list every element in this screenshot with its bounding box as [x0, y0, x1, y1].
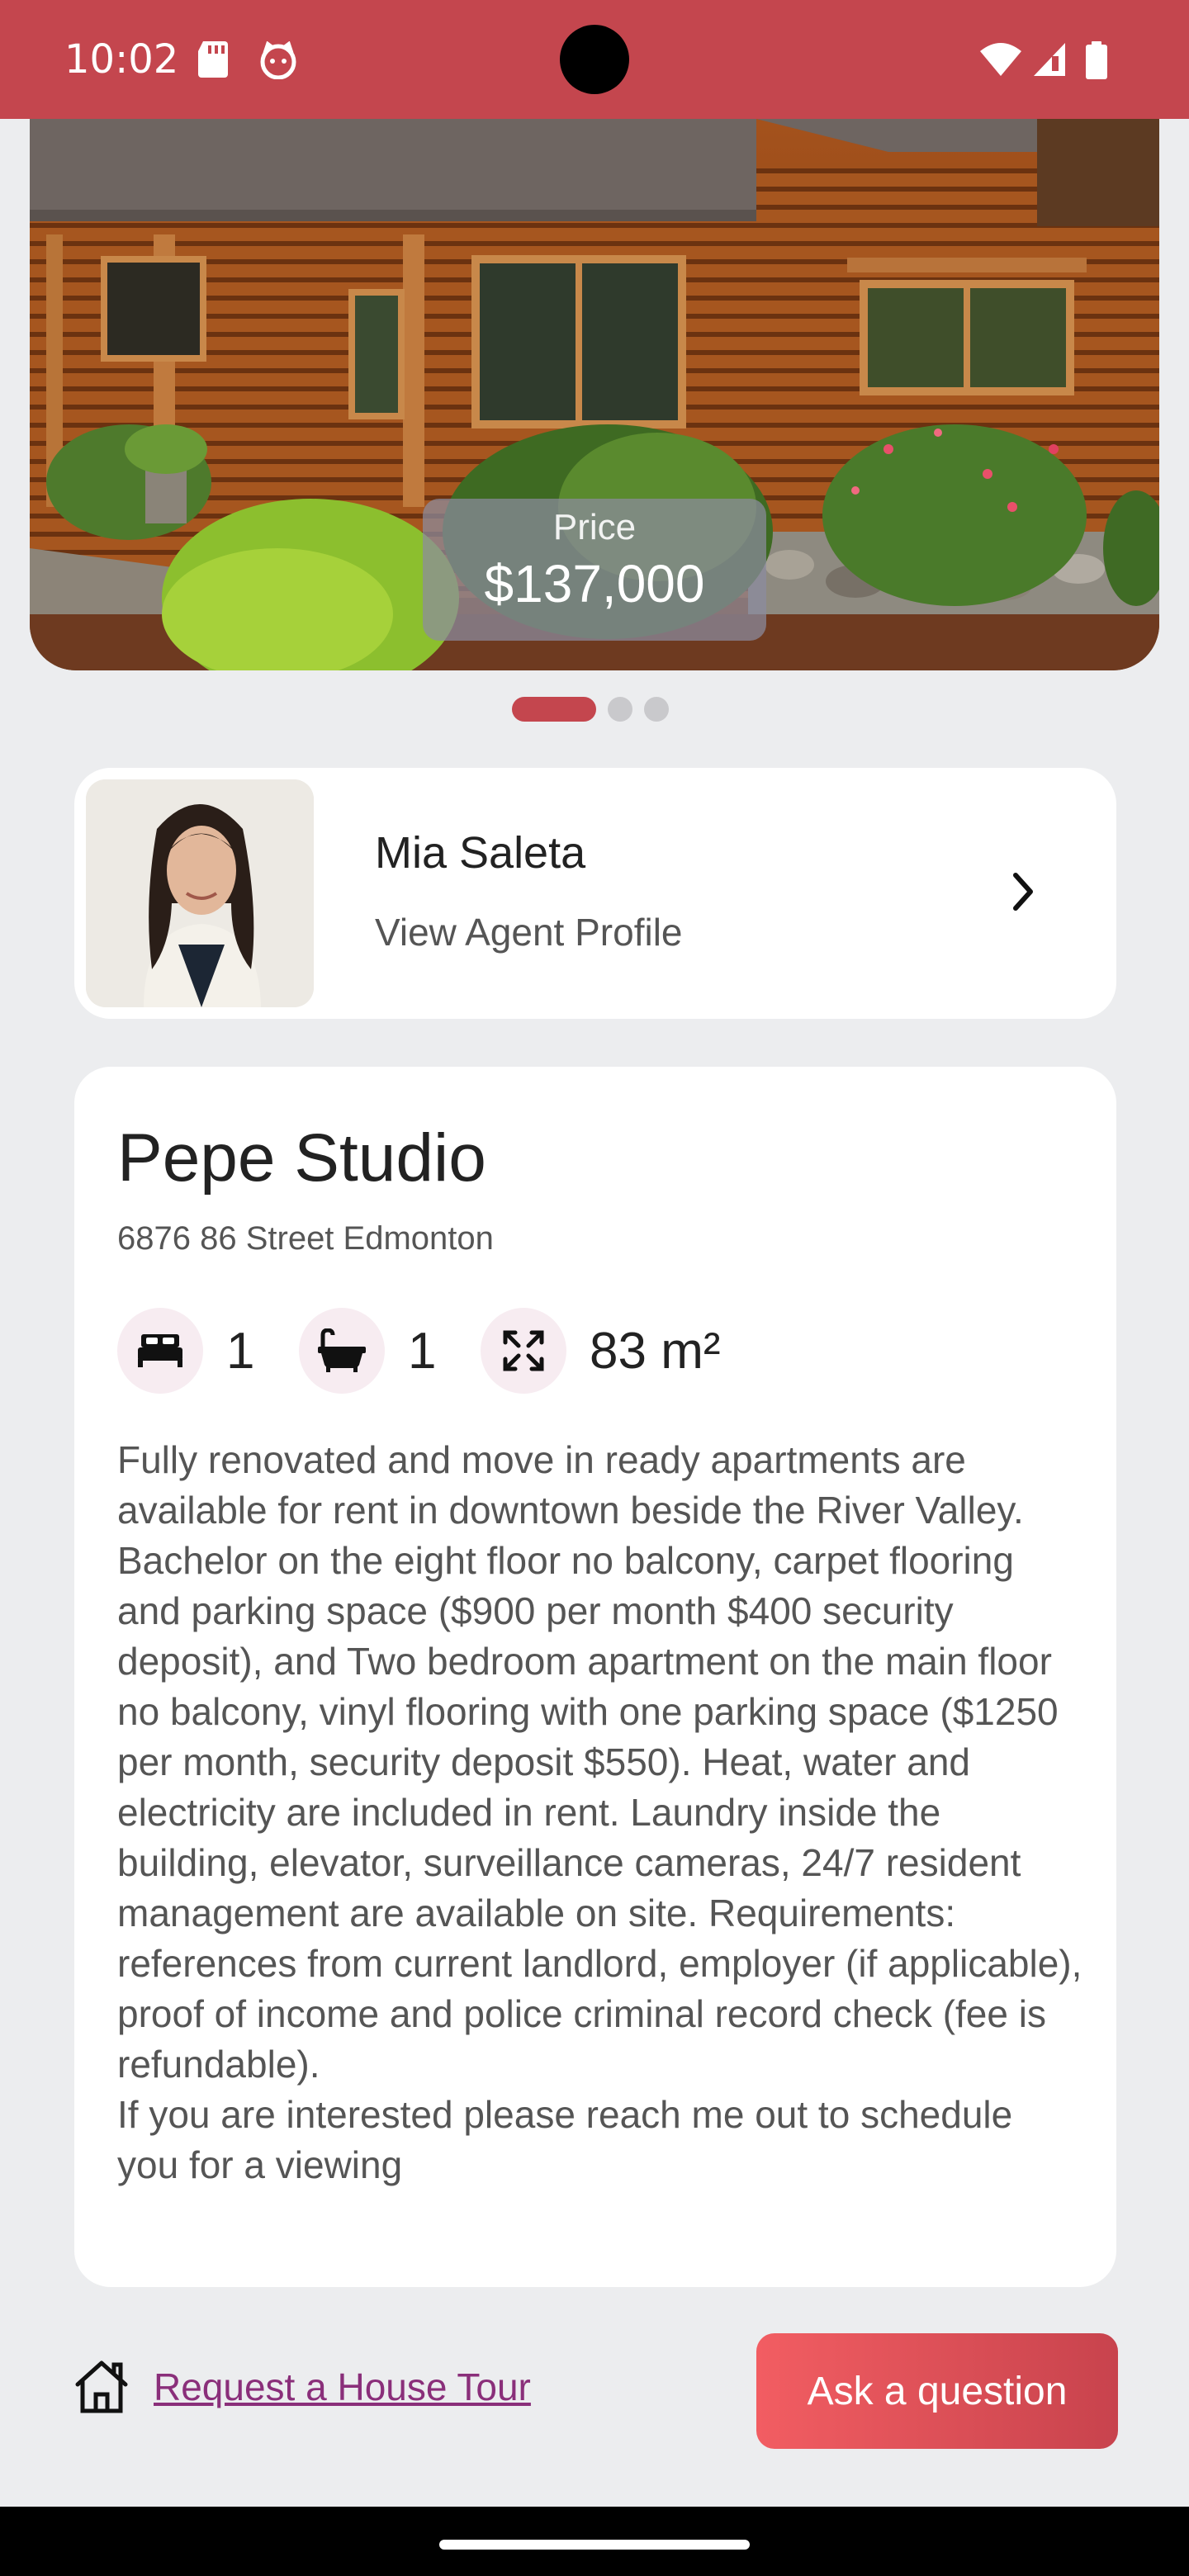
agent-avatar — [86, 779, 314, 1007]
battery-icon — [1086, 41, 1107, 79]
property-details-card: Pepe Studio 6876 86 Street Edmonton 1 1 — [74, 1067, 1116, 2287]
wifi-icon — [980, 43, 1021, 76]
carousel-indicator — [512, 697, 669, 722]
bathrooms-count: 1 — [408, 1322, 437, 1380]
agent-name: Mia Saleta — [375, 828, 586, 878]
property-description: Fully renovated and move in ready apartm… — [117, 1438, 1082, 2186]
price-value: $137,000 — [484, 554, 705, 613]
bedrooms-feature: 1 — [117, 1308, 254, 1394]
status-bar: 10:02 — [0, 0, 1189, 119]
area-feature: 83 m² — [481, 1308, 720, 1394]
request-house-tour-link[interactable]: Request a House Tour — [154, 2365, 531, 2409]
bedrooms-count: 1 — [226, 1322, 255, 1380]
price-overlay: Price $137,000 — [423, 499, 766, 641]
price-label: Price — [552, 507, 637, 547]
system-navigation-bar — [0, 2507, 1189, 2576]
home-gesture-handle[interactable] — [439, 2540, 750, 2550]
carousel-dot[interactable] — [608, 697, 632, 722]
carousel-dot[interactable] — [644, 697, 669, 722]
expand-arrows-icon — [481, 1308, 566, 1394]
chevron-right-icon[interactable] — [1007, 867, 1040, 916]
home-icon[interactable] — [73, 2360, 130, 2414]
ask-question-button[interactable]: Ask a question — [756, 2333, 1118, 2449]
cat-face-icon — [260, 41, 296, 79]
property-address: 6876 86 Street Edmonton — [117, 1220, 494, 1257]
area-value: 83 m² — [590, 1322, 721, 1380]
view-agent-profile-link[interactable]: View Agent Profile — [375, 910, 683, 954]
camera-cutout — [560, 25, 629, 94]
carousel-dot-active[interactable] — [512, 697, 596, 722]
bathtub-icon — [299, 1308, 385, 1394]
status-time: 10:02 — [64, 36, 179, 83]
property-title: Pepe Studio — [117, 1120, 486, 1196]
signal-icon — [1034, 43, 1065, 76]
bathrooms-feature: 1 — [299, 1308, 436, 1394]
bed-icon — [117, 1308, 203, 1394]
agent-card[interactable]: Mia Saleta View Agent Profile — [74, 768, 1116, 1019]
sd-card-icon — [198, 41, 228, 78]
